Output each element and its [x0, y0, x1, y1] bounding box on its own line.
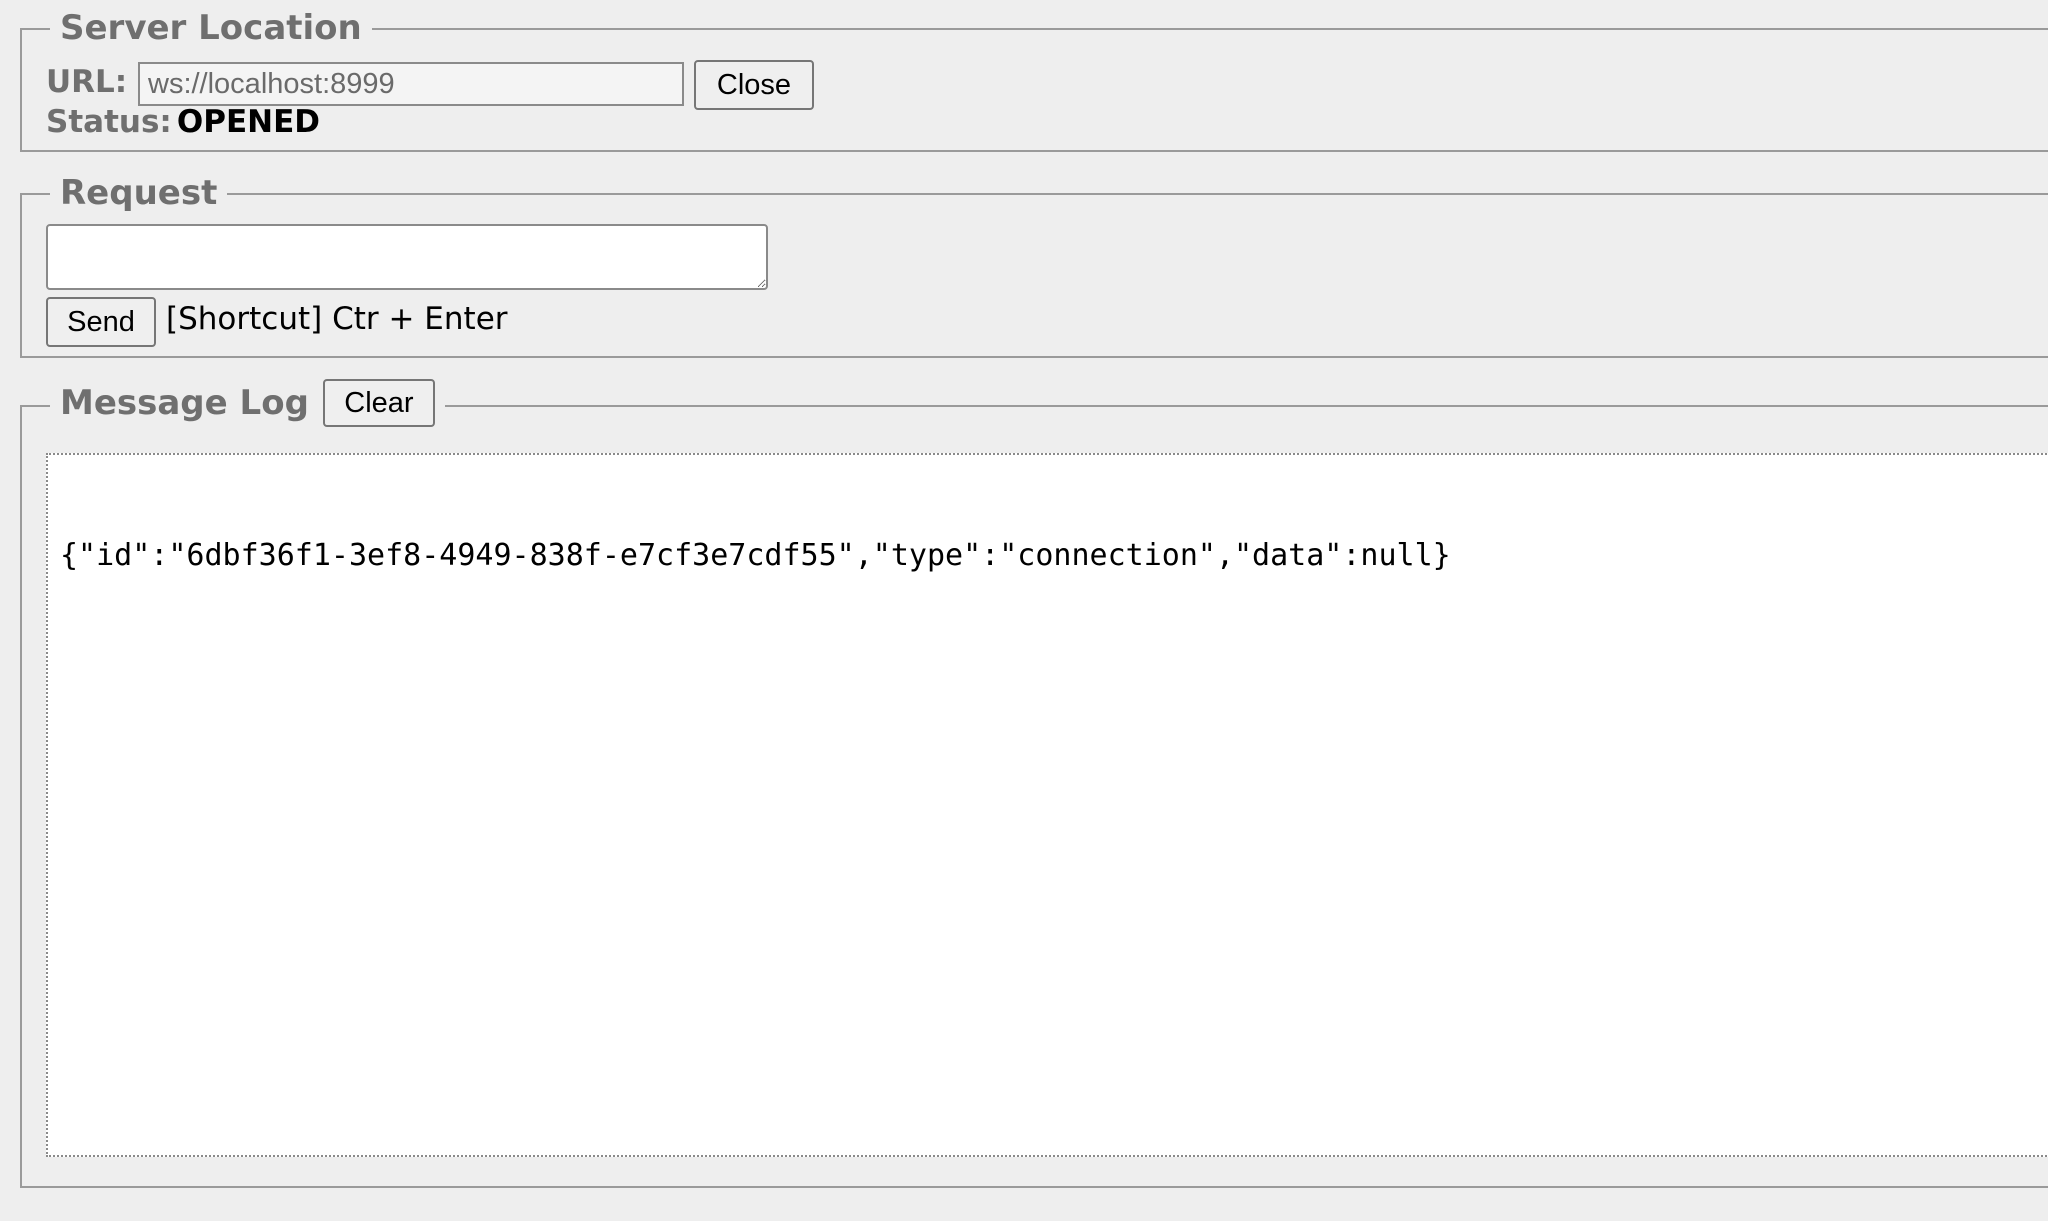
shortcut-hint: [Shortcut] Ctr + Enter — [166, 301, 508, 337]
clear-button[interactable]: Clear — [322, 379, 435, 427]
message-log-legend: Message Log Clear — [50, 379, 445, 427]
request-fieldset: Request Send [Shortcut] Ctr + Enter — [20, 173, 2048, 358]
url-label: URL: — [46, 64, 128, 100]
url-input[interactable] — [138, 62, 684, 106]
log-entry: {"id":"6dbf36f1-3ef8-4949-838f-e7cf3e7cd… — [60, 538, 1451, 573]
server-location-title: Server Location — [60, 8, 362, 48]
request-textarea[interactable] — [46, 224, 768, 290]
close-button[interactable]: Close — [694, 60, 814, 110]
server-location-legend: Server Location — [50, 8, 372, 48]
message-log-area[interactable]: {"id":"6dbf36f1-3ef8-4949-838f-e7cf3e7cd… — [46, 453, 2048, 1157]
status-label: Status: — [46, 104, 172, 140]
status-row: Status: OPENED — [46, 104, 320, 140]
message-log-title: Message Log — [60, 383, 309, 423]
request-legend: Request — [50, 173, 228, 213]
server-location-fieldset: Server Location URL: Close Status: OPENE… — [20, 8, 2048, 152]
message-log-fieldset: Message Log Clear {"id":"6dbf36f1-3ef8-4… — [20, 379, 2048, 1188]
send-button[interactable]: Send — [46, 297, 156, 347]
status-value: OPENED — [176, 104, 321, 140]
request-title: Request — [60, 173, 218, 213]
